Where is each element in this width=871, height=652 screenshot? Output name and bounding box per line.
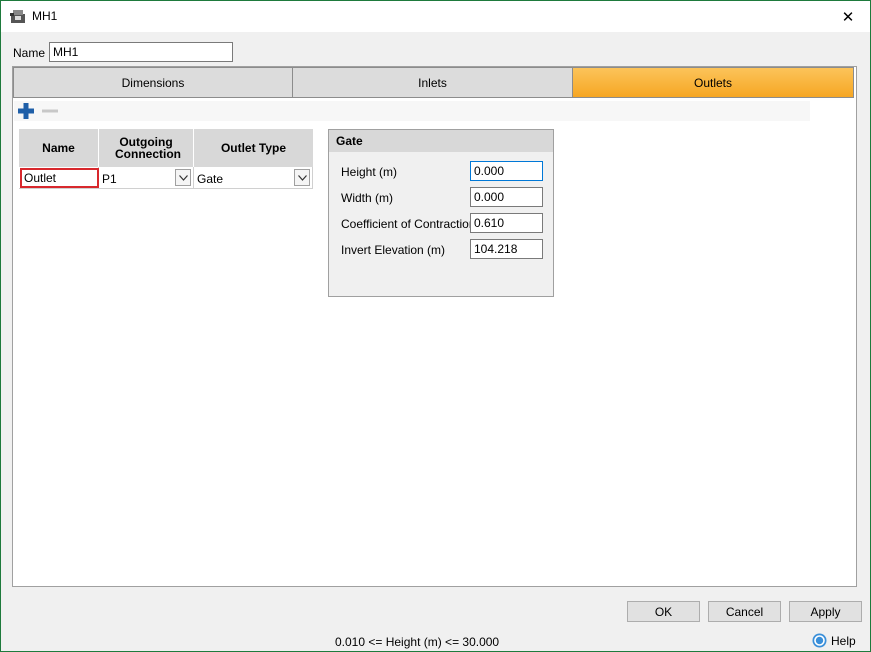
minus-icon xyxy=(42,109,58,113)
outlet-name-cell[interactable]: Outlet xyxy=(19,167,99,189)
close-button[interactable]: ✕ xyxy=(826,1,870,32)
status-text: 0.010 <= Height (m) <= 30.000 xyxy=(335,635,500,649)
outgoing-connection-combo[interactable]: P1 xyxy=(99,167,194,189)
window-title: MH1 xyxy=(32,9,58,23)
gate-header: Gate xyxy=(329,130,553,152)
connection-dropdown-button[interactable] xyxy=(175,169,191,186)
manhole-icon xyxy=(10,8,27,24)
grid-header: Name Outgoing Connection Outlet Type xyxy=(19,129,313,167)
apply-button[interactable]: Apply xyxy=(789,601,862,622)
coefficient-label: Coefficient of Contraction xyxy=(341,217,476,231)
height-label: Height (m) xyxy=(341,165,398,179)
coefficient-input[interactable]: 0.610 xyxy=(470,213,543,233)
table-row[interactable]: Outlet P1 Gate xyxy=(19,167,313,189)
outlet-type-dropdown-button[interactable] xyxy=(294,169,310,186)
dialog-window: MH1 ✕ Name MH1 Dimensions Inlets Outlets xyxy=(0,0,871,652)
help-button[interactable]: Help xyxy=(812,633,856,648)
name-input[interactable]: MH1 xyxy=(49,42,233,62)
chevron-down-icon xyxy=(297,174,307,181)
invert-elevation-label: Invert Elevation (m) xyxy=(341,243,446,257)
help-icon xyxy=(812,633,827,648)
height-input[interactable]: 0.000 xyxy=(470,161,543,181)
title-bar: MH1 ✕ xyxy=(1,1,870,32)
width-input[interactable]: 0.000 xyxy=(470,187,543,207)
outlet-type-value: Gate xyxy=(197,172,224,186)
cancel-button[interactable]: Cancel xyxy=(708,601,781,622)
width-label: Width (m) xyxy=(341,191,393,205)
outlets-grid: Name Outgoing Connection Outlet Type Out… xyxy=(19,129,313,189)
column-header-outlet-type[interactable]: Outlet Type xyxy=(194,129,313,167)
tab-dimensions[interactable]: Dimensions xyxy=(13,67,293,98)
ok-button[interactable]: OK xyxy=(627,601,700,622)
outlets-panel: Dimensions Inlets Outlets Name Outgoing … xyxy=(12,66,857,587)
gate-properties-box: Gate Height (m) 0.000 Width (m) 0.000 Co… xyxy=(328,129,554,297)
chevron-down-icon xyxy=(178,174,188,181)
outlet-name-editor[interactable]: Outlet xyxy=(20,168,99,188)
invert-elevation-input[interactable]: 104.218 xyxy=(470,239,543,259)
plus-icon xyxy=(18,103,34,119)
outgoing-connection-value: P1 xyxy=(102,172,117,186)
name-label: Name xyxy=(13,46,46,60)
tab-outlets[interactable]: Outlets xyxy=(573,67,854,98)
close-icon: ✕ xyxy=(841,8,855,26)
column-header-label: Outgoing Connection xyxy=(115,135,181,161)
grid-toolbar xyxy=(14,101,810,121)
outlet-type-combo[interactable]: Gate xyxy=(194,167,313,189)
remove-outlet-button[interactable] xyxy=(41,102,59,120)
help-label: Help xyxy=(831,633,856,648)
column-header-outgoing-connection[interactable]: Outgoing Connection xyxy=(99,129,194,167)
tab-inlets[interactable]: Inlets xyxy=(293,67,573,98)
add-outlet-button[interactable] xyxy=(17,102,35,120)
column-header-name[interactable]: Name xyxy=(19,129,99,167)
tab-strip: Dimensions Inlets Outlets xyxy=(13,67,856,98)
